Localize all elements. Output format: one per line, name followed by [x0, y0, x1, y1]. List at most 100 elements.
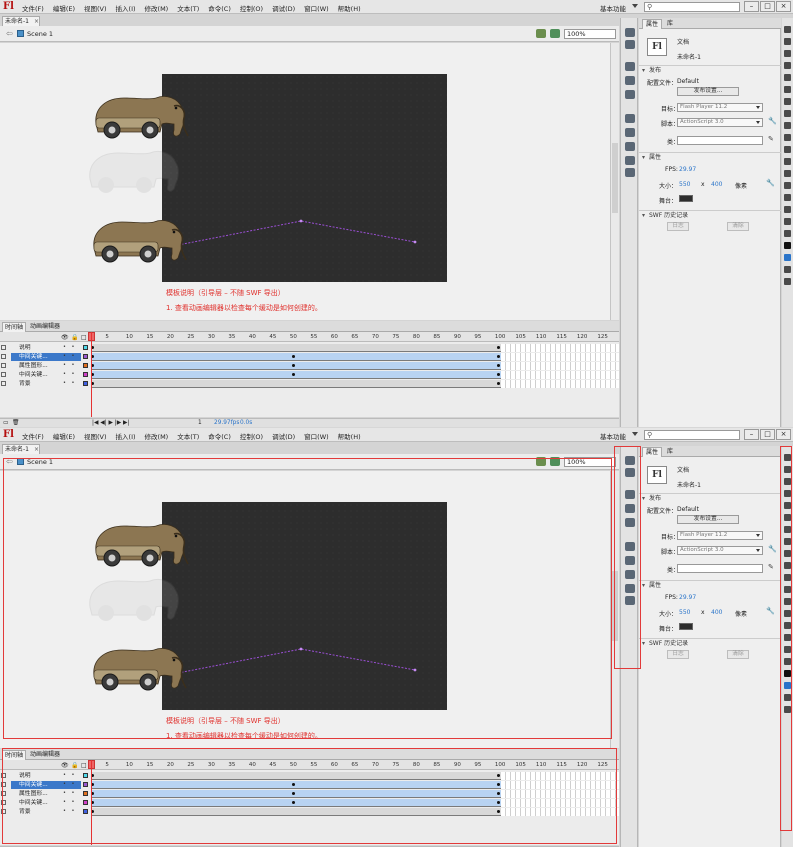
playhead[interactable]: [91, 760, 92, 845]
menu-item[interactable]: 视图(V): [84, 3, 107, 13]
code-snippets-icon[interactable]: [625, 542, 635, 551]
scene-label[interactable]: Scene 1: [27, 458, 53, 466]
eyedropper-icon[interactable]: [784, 622, 791, 629]
vertical-scrollbar[interactable]: [610, 43, 619, 320]
tween-span[interactable]: [91, 362, 501, 370]
bone-tool-icon[interactable]: [784, 598, 791, 605]
layer-row[interactable]: 中间关键... • •: [0, 371, 619, 379]
layer-visibility-toggles[interactable]: • •: [63, 772, 77, 778]
tab-library[interactable]: 库: [664, 447, 676, 457]
empty-frames[interactable]: [501, 808, 619, 816]
brush-tool-icon[interactable]: [784, 146, 791, 153]
tween-span[interactable]: [91, 781, 501, 789]
fill-color-icon[interactable]: [784, 682, 791, 689]
target-select[interactable]: Flash Player 11.2: [677, 103, 763, 112]
menu-item[interactable]: 窗口(W): [304, 431, 329, 441]
scroll-thumb[interactable]: [612, 571, 618, 641]
info-icon[interactable]: [625, 504, 635, 513]
layer-row[interactable]: 属性图形... • •: [0, 362, 619, 370]
menu-item[interactable]: 文本(T): [177, 431, 199, 441]
close-window-button[interactable]: ×: [776, 429, 791, 440]
motion-path-node[interactable]: [413, 668, 417, 672]
swap-colors-icon[interactable]: [784, 694, 791, 701]
scroll-thumb[interactable]: [612, 143, 618, 213]
empty-frames[interactable]: [501, 790, 619, 798]
snap-icon[interactable]: [784, 706, 791, 713]
pen-tool-icon[interactable]: [784, 86, 791, 93]
maximize-button[interactable]: □: [760, 429, 775, 440]
layer-row[interactable]: 背景 • •: [0, 380, 619, 388]
eraser-tool-icon[interactable]: [784, 206, 791, 213]
menu-item[interactable]: 插入(I): [116, 3, 136, 13]
output-icon[interactable]: [625, 168, 635, 177]
swf-history-section-header[interactable]: SWF 历史记录: [639, 638, 781, 648]
selection-tool-icon[interactable]: [784, 454, 791, 461]
edit-symbol-icon[interactable]: [550, 29, 560, 38]
frame-rate[interactable]: 29.97fps: [214, 420, 239, 426]
menu-item[interactable]: 文件(F): [22, 3, 44, 13]
wrench-icon[interactable]: 🔧: [766, 179, 775, 187]
minimize-button[interactable]: –: [744, 429, 759, 440]
empty-frames[interactable]: [501, 344, 619, 352]
close-window-button[interactable]: ×: [776, 1, 791, 12]
class-input[interactable]: [677, 564, 763, 573]
empty-frames[interactable]: [501, 353, 619, 361]
deco-tool-icon[interactable]: [784, 158, 791, 165]
hand-tool-icon[interactable]: [784, 218, 791, 225]
color-icon[interactable]: [625, 142, 635, 151]
tween-span[interactable]: [91, 799, 501, 807]
frame-span[interactable]: [91, 808, 501, 816]
wrench-icon[interactable]: 🔧: [766, 607, 775, 615]
keyframe[interactable]: [496, 364, 500, 367]
tween-span[interactable]: [91, 353, 501, 361]
pencil-icon[interactable]: ✎: [768, 135, 774, 143]
menu-item[interactable]: 命令(C): [208, 431, 231, 441]
eraser-tool-icon[interactable]: [784, 634, 791, 641]
menu-item[interactable]: 调试(D): [272, 3, 295, 13]
help-search-input[interactable]: ⚲: [644, 2, 740, 12]
eye-icon[interactable]: 👁: [61, 762, 69, 769]
layer-visibility-toggles[interactable]: • •: [63, 808, 77, 814]
zoom-select[interactable]: 100%: [564, 457, 616, 467]
rectangle-tool-icon[interactable]: [784, 550, 791, 557]
keyframe[interactable]: [496, 355, 500, 358]
delete-layer-icon[interactable]: 🗑: [12, 420, 19, 426]
tab-timeline[interactable]: 时间轴: [2, 322, 26, 332]
keyframe[interactable]: [496, 810, 500, 813]
keyframe[interactable]: [496, 373, 500, 376]
document-tab[interactable]: 未命名-1 ×: [2, 16, 40, 26]
empty-frames[interactable]: [501, 781, 619, 789]
layer-row[interactable]: 说明 • •: [0, 344, 619, 352]
hand-tool-icon[interactable]: [784, 646, 791, 653]
info-icon[interactable]: [625, 76, 635, 85]
snap-icon[interactable]: [784, 278, 791, 285]
layer-visibility-toggles[interactable]: • •: [63, 781, 77, 787]
rectangle-tool-icon[interactable]: [784, 122, 791, 129]
menu-item[interactable]: 编辑(E): [53, 3, 75, 13]
layer-outline-color[interactable]: [83, 800, 88, 805]
motion-path[interactable]: [177, 648, 416, 674]
layer-outline-color[interactable]: [83, 791, 88, 796]
publish-section-header[interactable]: 发布: [639, 493, 781, 503]
minimize-button[interactable]: –: [744, 1, 759, 12]
motion-path-node[interactable]: [413, 240, 417, 244]
wrench-icon[interactable]: 🔧: [768, 545, 777, 553]
script-select[interactable]: ActionScript 3.0: [677, 118, 763, 127]
brush-tool-icon[interactable]: [784, 574, 791, 581]
components-icon[interactable]: [625, 556, 635, 565]
document-tab[interactable]: 未命名-1 ×: [2, 444, 40, 454]
line-tool-icon[interactable]: [784, 110, 791, 117]
playback-controls[interactable]: |◀ ◀| ▶ |▶ ▶|: [92, 420, 129, 426]
keyframe[interactable]: [496, 801, 500, 804]
empty-frames[interactable]: [501, 362, 619, 370]
clear-button[interactable]: 清除: [727, 222, 749, 231]
swap-colors-icon[interactable]: [784, 266, 791, 273]
keyframe[interactable]: [291, 355, 295, 358]
keyframe[interactable]: [496, 382, 500, 385]
stage-area[interactable]: 模板说明（引导层 – 不随 SWF 导出） 1. 查看动画编辑器以检查每个缓动是…: [0, 471, 610, 791]
layer-row[interactable]: 属性图形... • •: [0, 790, 619, 798]
stroke-color-icon[interactable]: [784, 242, 791, 249]
zoom-tool-icon[interactable]: [784, 230, 791, 237]
keyframe[interactable]: [291, 801, 295, 804]
paint-bucket-icon[interactable]: [784, 182, 791, 189]
